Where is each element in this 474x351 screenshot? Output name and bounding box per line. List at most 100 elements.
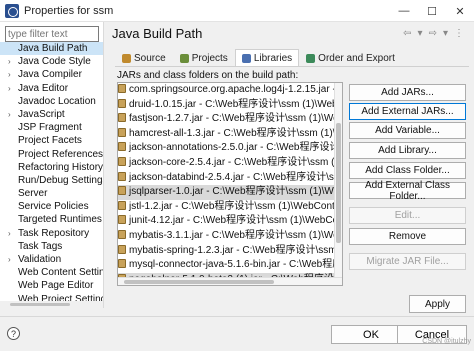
tab-icon <box>241 54 251 63</box>
tree-item[interactable]: Java Build Path <box>0 42 103 56</box>
watermark: CSDN @itulzhy <box>422 338 471 345</box>
expand-arrow-icon[interactable]: › <box>8 68 11 81</box>
jar-item-label: druid-1.0.15.jar - C:\Web程序设计\ssm (1)\We… <box>129 98 342 110</box>
tree-item-label: Javadoc Location <box>18 95 96 107</box>
jar-item-label: hamcrest-all-1.3.jar - C:\Web程序设计\ssm (1… <box>129 127 342 139</box>
tree-item[interactable]: Web Page Editor <box>0 279 103 292</box>
tree-item-label: Project References <box>18 148 103 160</box>
forward-icon[interactable]: ⇨ <box>429 28 437 39</box>
add-class-folder-button[interactable]: Add Class Folder... <box>349 162 466 179</box>
jar-list-horizontal-scrollbar[interactable] <box>118 277 342 285</box>
jar-item-label: jackson-core-2.5.4.jar - C:\Web程序设计\ssm … <box>129 156 342 168</box>
tree-item[interactable]: › Java Code Style <box>0 55 103 68</box>
tree-item[interactable]: Service Policies <box>0 200 103 213</box>
tree-item[interactable]: Project Facets <box>0 134 103 147</box>
tree-item[interactable]: Targeted Runtimes <box>0 213 103 226</box>
tree-item[interactable]: › Task Repository <box>0 227 103 240</box>
tab-label: Order and Export <box>318 52 395 64</box>
jar-list-item[interactable]: jackson-core-2.5.4.jar - C:\Web程序设计\ssm … <box>118 156 342 171</box>
close-button[interactable]: ✕ <box>446 0 474 22</box>
tree-item[interactable]: › JavaScript <box>0 108 103 121</box>
migrate-jar-file-button[interactable]: Migrate JAR File... <box>349 253 466 270</box>
tab-libraries[interactable]: Libraries <box>234 49 300 67</box>
expand-arrow-icon[interactable]: › <box>8 253 11 266</box>
tab-label: Projects <box>191 52 228 64</box>
tree-item[interactable]: › Validation <box>0 253 103 266</box>
filter-input[interactable] <box>5 26 99 42</box>
tree-item-label: Refactoring History <box>18 161 103 173</box>
jar-list-item[interactable]: mysql-connector-java-5.1.6-bin.jar - C:\… <box>118 258 342 273</box>
jar-list-item[interactable]: fastjson-1.2.7.jar - C:\Web程序设计\ssm (1)\… <box>118 112 342 127</box>
preference-tree-pane: Java Build Path › Java Code Style › Java Com… <box>0 22 104 308</box>
scrollbar-thumb[interactable] <box>336 123 341 243</box>
tree-item[interactable]: JSP Fragment <box>0 121 103 134</box>
jar-list-vertical-scrollbar[interactable] <box>334 83 342 277</box>
scrollbar-thumb[interactable] <box>10 303 70 306</box>
tab-projects[interactable]: Projects <box>173 49 235 67</box>
jar-item-label: mysql-connector-java-5.1.6-bin.jar - C:\… <box>129 259 342 271</box>
more-options-icon[interactable]: ⋮ <box>454 28 464 39</box>
tree-item[interactable]: Refactoring History <box>0 161 103 174</box>
preference-tree: Java Build Path › Java Code Style › Java Com… <box>0 42 103 306</box>
jar-file-icon <box>118 229 126 239</box>
jar-file-icon <box>118 171 126 181</box>
maximize-button[interactable]: ☐ <box>418 0 446 22</box>
back-icon[interactable]: ⇦ <box>403 28 411 39</box>
jar-item-label: mybatis-3.1.1.jar - C:\Web程序设计\ssm (1)\W… <box>129 229 342 241</box>
tree-horizontal-scrollbar[interactable] <box>0 301 103 308</box>
tab-order-and-export[interactable]: Order and Export <box>299 49 402 67</box>
jar-list[interactable]: com.springsource.org.apache.log4j-1.2.15… <box>117 82 343 286</box>
jar-list-description: JARs and class folders on the build path… <box>117 70 299 81</box>
jar-list-item[interactable]: jackson-annotations-2.5.0.jar - C:\Web程序… <box>118 141 342 156</box>
tree-item[interactable]: Project References <box>0 148 103 161</box>
tree-item-label: Java Editor <box>18 82 69 94</box>
jar-list-item[interactable]: com.springsource.org.apache.log4j-1.2.15… <box>118 83 342 98</box>
tab-source[interactable]: Source <box>115 49 173 67</box>
expand-arrow-icon[interactable]: › <box>8 82 11 95</box>
tree-item[interactable]: › Java Editor <box>0 82 103 95</box>
add-variable-button[interactable]: Add Variable... <box>349 122 466 139</box>
help-icon[interactable]: ? <box>7 327 20 340</box>
tree-item[interactable]: Server <box>0 187 103 200</box>
tab-icon <box>306 53 316 63</box>
jar-list-item[interactable]: jsqlparser-1.0.jar - C:\Web程序设计\ssm (1)\… <box>118 185 342 200</box>
title-bar: Properties for ssm — ☐ ✕ <box>0 0 474 22</box>
tree-item-label: JSP Fragment <box>18 122 82 134</box>
tree-item-label: Web Content Settings <box>18 267 103 279</box>
forward-menu-icon[interactable]: ▾ <box>443 28 448 39</box>
tree-item-label: JavaScript <box>18 108 65 120</box>
jar-list-item[interactable]: mybatis-spring-1.2.3.jar - C:\Web程序设计\ss… <box>118 244 342 259</box>
apply-button[interactable]: Apply <box>409 295 466 313</box>
jar-list-item[interactable]: jstl-1.2.jar - C:\Web程序设计\ssm (1)\WebCon… <box>118 200 342 215</box>
jar-file-icon <box>118 98 126 108</box>
scrollbar-thumb[interactable] <box>124 280 274 284</box>
jar-list-item[interactable]: jackson-databind-2.5.4.jar - C:\Web程序设计\… <box>118 171 342 186</box>
jar-item-label: jstl-1.2.jar - C:\Web程序设计\ssm (1)\WebCon… <box>129 200 342 212</box>
add-jars-button[interactable]: Add JARs... <box>349 84 466 101</box>
expand-arrow-icon[interactable]: › <box>8 227 11 240</box>
jar-list-item[interactable]: junit-4.12.jar - C:\Web程序设计\ssm (1)\WebC… <box>118 214 342 229</box>
edit-button[interactable]: Edit... <box>349 207 466 224</box>
page-navigation: ⇦ ▾ ⇨ ▾ ⋮ <box>403 28 464 39</box>
tree-item[interactable]: › Java Compiler <box>0 68 103 81</box>
jar-list-item[interactable]: druid-1.0.15.jar - C:\Web程序设计\ssm (1)\We… <box>118 98 342 113</box>
jar-list-item[interactable]: mybatis-3.1.1.jar - C:\Web程序设计\ssm (1)\W… <box>118 229 342 244</box>
expand-arrow-icon[interactable]: › <box>8 108 11 121</box>
remove-button[interactable]: Remove <box>349 228 466 245</box>
tree-item[interactable]: Web Content Settings <box>0 266 103 279</box>
tree-item[interactable]: Javadoc Location <box>0 95 103 108</box>
jar-file-icon <box>118 127 126 137</box>
back-menu-icon[interactable]: ▾ <box>418 28 423 39</box>
tree-item-label: Validation <box>18 254 62 265</box>
add-external-jars-button[interactable]: Add External JARs... <box>349 103 466 120</box>
expand-arrow-icon[interactable]: › <box>8 55 11 68</box>
add-library-button[interactable]: Add Library... <box>349 142 466 159</box>
tab-label: Libraries <box>253 53 293 64</box>
tree-item-label: Java Compiler <box>18 69 82 81</box>
tree-item-label: Server <box>18 188 48 200</box>
minimize-button[interactable]: — <box>390 0 418 22</box>
add-external-class-folder-button[interactable]: Add External Class Folder... <box>349 180 466 202</box>
tree-item[interactable]: Task Tags <box>0 240 103 253</box>
tree-item[interactable]: Run/Debug Settings <box>0 174 103 187</box>
jar-list-item[interactable]: hamcrest-all-1.3.jar - C:\Web程序设计\ssm (1… <box>118 127 342 142</box>
